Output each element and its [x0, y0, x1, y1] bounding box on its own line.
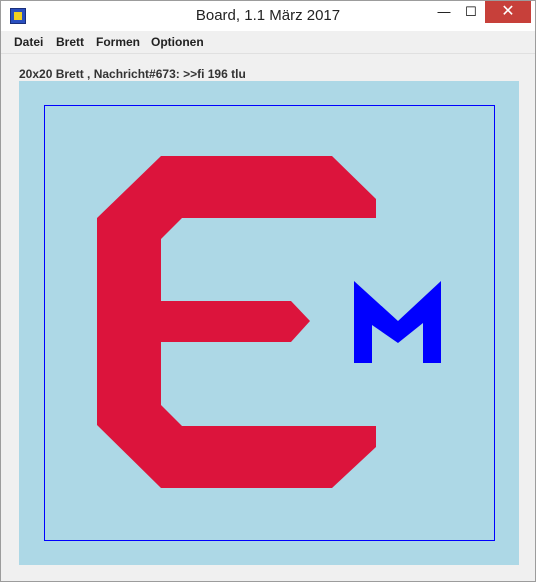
app-window: Board, 1.1 März 2017 — ☐ ✕ Datei Brett F… — [0, 0, 536, 582]
m-shape — [354, 281, 441, 363]
menu-bar: Datei Brett Formen Optionen — [1, 31, 535, 54]
menu-formen[interactable]: Formen — [96, 35, 140, 49]
status-message: 20x20 Brett , Nachricht#673: >>fi 196 tl… — [19, 67, 246, 81]
maximize-button[interactable]: ☐ — [456, 1, 486, 23]
close-button[interactable]: ✕ — [485, 1, 531, 23]
menu-brett[interactable]: Brett — [56, 35, 84, 49]
board-canvas[interactable] — [19, 81, 519, 565]
e-shape — [97, 156, 376, 488]
title-bar[interactable]: Board, 1.1 März 2017 — ☐ ✕ — [1, 1, 535, 31]
menu-optionen[interactable]: Optionen — [151, 35, 204, 49]
menu-datei[interactable]: Datei — [14, 35, 43, 49]
